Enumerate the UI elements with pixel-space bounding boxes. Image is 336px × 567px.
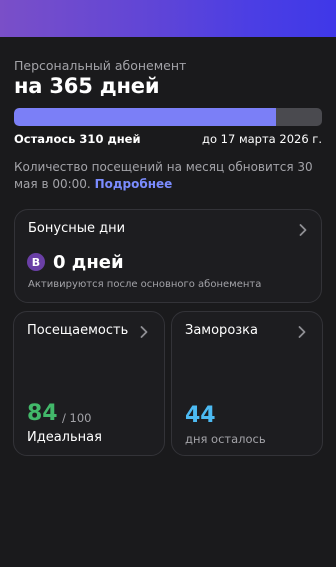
chevron-right-icon xyxy=(140,326,148,338)
days-left-label: Осталось 310 дней xyxy=(14,132,141,146)
attendance-title: Посещаемость xyxy=(27,323,129,338)
chevron-right-icon xyxy=(299,224,307,236)
bonus-days-value: 0 дней xyxy=(53,251,124,273)
membership-progress-bar xyxy=(14,108,322,126)
visits-refresh-notice: Количество посещений на месяц обновится … xyxy=(14,159,329,193)
bonus-badge-icon: B xyxy=(27,253,45,271)
freeze-card[interactable]: Заморозка 44 дня осталось xyxy=(171,311,323,456)
bonus-days-row: B 0 дней xyxy=(27,251,124,273)
attendance-card[interactable]: Посещаемость 84 / 100 Идеальная xyxy=(13,311,165,456)
attendance-value: 84 xyxy=(27,401,58,426)
attendance-total: / 100 xyxy=(62,411,92,425)
hero-gradient-banner xyxy=(0,0,336,37)
attendance-status: Идеальная xyxy=(27,430,102,445)
chevron-right-icon xyxy=(298,326,306,338)
bonus-days-note: Активируются после основного абонемента xyxy=(28,279,262,290)
freeze-title: Заморозка xyxy=(185,323,258,338)
freeze-days-label: дня осталось xyxy=(185,432,266,446)
freeze-days-value: 44 xyxy=(185,403,216,428)
membership-title: на 365 дней xyxy=(14,74,160,98)
membership-subtitle: Персональный абонемент xyxy=(14,58,187,73)
bonus-days-card[interactable]: Бонусные дни B 0 дней Активируются после… xyxy=(14,209,322,303)
expiry-date-label: до 17 марта 2026 г. xyxy=(202,132,322,146)
more-info-link[interactable]: Подробнее xyxy=(95,177,173,191)
bonus-days-title: Бонусные дни xyxy=(28,221,126,236)
membership-progress-fill xyxy=(14,108,276,126)
